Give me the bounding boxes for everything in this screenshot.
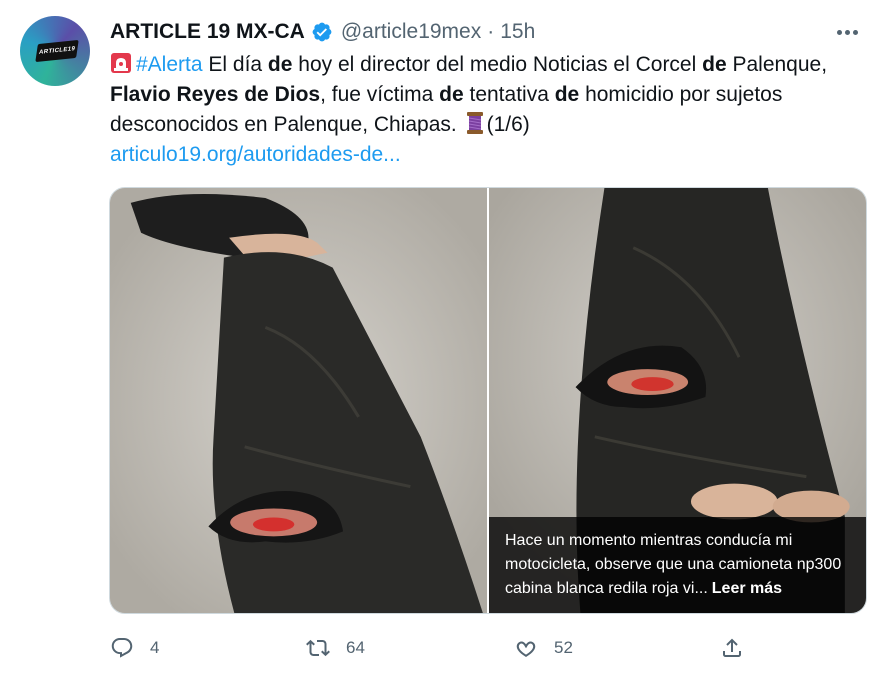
article-link[interactable]: articulo19.org/autoridades-de... [110,143,401,166]
display-name[interactable]: ARTICLE 19 MX-CA [110,20,305,44]
tweet-text-bold: de [702,53,727,76]
photo-2[interactable]: Hace un momento mientras conducía mi mot… [489,188,866,613]
avatar-logo-text: ARTICLE19 [38,46,76,56]
thread-emoji [466,112,483,134]
reply-count: 4 [150,638,160,657]
retweet-count: 64 [346,638,365,657]
photo-1-image [110,188,487,613]
like-icon [516,641,536,657]
tweet-text-segment: El día [202,53,268,76]
photo-1[interactable] [110,188,487,613]
photo-caption: Hace un momento mientras conducía mi mot… [489,517,866,613]
action-bar: 4 64 52 [110,630,741,666]
tweet-text-bold: de [554,83,580,106]
thread-counter: (1/6) [486,113,530,136]
tweet-text: #Alerta El día de hoy el director del me… [110,50,860,170]
handle[interactable]: @article19mex [341,20,481,44]
verified-icon [312,22,332,42]
read-more-link[interactable]: Leer más [712,580,782,597]
more-options-button[interactable] [832,20,862,44]
caption-text: Hace un momento mientras conducía mi mot… [505,532,842,597]
share-button[interactable] [720,630,760,666]
tweet-text-bold: de [267,53,293,76]
like-count: 52 [554,638,573,657]
tweet-text-segment: Palenque, [726,53,828,76]
tweet-text-segment: hoy el director del medio Noticias el Co… [292,53,703,76]
tweet-header: ARTICLE 19 MX-CA @article19mex · 15h [110,18,535,46]
tweet-text-bold: de [439,83,464,106]
timestamp[interactable]: 15h [500,20,535,44]
reply-button[interactable]: 4 [110,630,159,666]
separator: · [487,20,495,43]
retweet-button[interactable]: 64 [306,630,365,666]
tweet-text-segment: , fue víctima [320,83,440,106]
media-grid: Hace un momento mientras conducía mi mot… [109,187,867,614]
tweet-text-bold: Flavio Reyes de Dios [110,83,321,106]
hashtag-link[interactable]: #Alerta [136,53,203,76]
share-icon [723,638,741,657]
more-icon [835,29,859,35]
avatar[interactable]: ARTICLE19 [20,16,90,86]
like-button[interactable]: 52 [514,630,573,666]
reply-icon [111,638,133,658]
tweet-text-segment: tentativa [463,83,555,106]
retweet-icon [306,639,330,657]
siren-emoji [111,53,131,73]
avatar-logo: ARTICLE19 [35,39,79,63]
